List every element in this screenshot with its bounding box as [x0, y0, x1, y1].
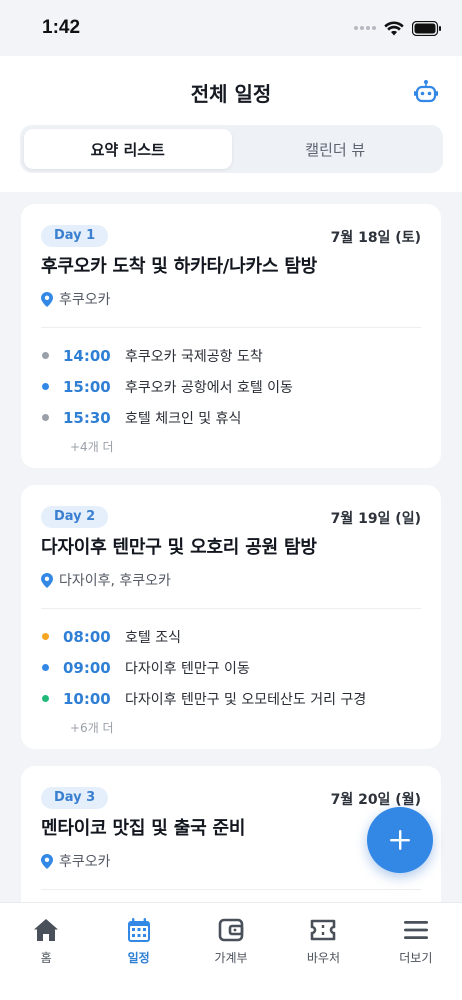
tab-label: 더보기	[399, 951, 433, 965]
day-date: 7월 20일 (월)	[330, 792, 421, 808]
schedule-list[interactable]: Day 1 7월 18일 (토) 후쿠오카 도착 및 하카타/나카스 탐방 후쿠…	[0, 192, 462, 902]
status-bar: 1:42	[0, 0, 462, 56]
event-dot	[42, 633, 49, 640]
event-title: 호텔 조식	[125, 629, 181, 646]
status-time: 1:42	[42, 17, 81, 38]
day-location: 후쿠오카	[41, 851, 421, 871]
day-card[interactable]: Day 1 7월 18일 (토) 후쿠오카 도착 및 하카타/나카스 탐방 후쿠…	[21, 204, 441, 468]
event-dot	[42, 414, 49, 421]
location-pin-icon	[41, 291, 53, 307]
signal-icon	[354, 26, 376, 30]
event-time: 08:00	[63, 627, 111, 646]
day-card[interactable]: Day 2 7월 19일 (일) 다자이후 텐만구 및 오호리 공원 탐방 다자…	[21, 485, 441, 749]
add-schedule-button[interactable]	[367, 807, 433, 873]
battery-icon	[412, 20, 441, 36]
status-indicators	[354, 20, 442, 36]
event-title: 다자이후 텐만구 이동	[125, 660, 250, 677]
location-text: 다자이후, 후쿠오카	[59, 573, 171, 589]
plus-icon	[390, 830, 410, 850]
calendar-icon	[127, 918, 150, 942]
divider	[41, 889, 421, 890]
robot-icon	[414, 80, 438, 103]
day-title: 후쿠오카 도착 및 하카타/나카스 탐방	[41, 256, 318, 277]
home-icon	[34, 919, 59, 941]
event-list: 08:00 호텔 조식 09:00 다자이후 텐만구 이동 10:00 다자이후…	[41, 621, 421, 714]
event-dot	[42, 664, 49, 671]
event-item[interactable]: 09:00 다자이후 텐만구 이동	[41, 652, 421, 683]
event-time: 15:30	[63, 408, 111, 427]
event-item[interactable]: 14:00 후쿠오카 국제공항 도착	[41, 340, 421, 371]
tab-calendar-view[interactable]: 캘린더 뷰	[232, 129, 440, 169]
bottom-tab-bar: 홈 일정 가계부 바우처 더보기	[0, 902, 462, 1000]
tab-home[interactable]: 홈	[0, 916, 92, 1000]
tab-label: 가계부	[214, 951, 248, 965]
day-title: 다자이후 텐만구 및 오호리 공원 탐방	[41, 537, 317, 558]
tab-voucher[interactable]: 바우처	[277, 916, 369, 1000]
event-item[interactable]: 08:00 호텔 조식	[41, 621, 421, 652]
location-pin-icon	[41, 853, 53, 869]
event-dot	[42, 383, 49, 390]
location-pin-icon	[41, 572, 53, 588]
tab-schedule[interactable]: 일정	[92, 916, 184, 1000]
tab-summary-list[interactable]: 요약 리스트	[24, 129, 232, 169]
location-text: 후쿠오카	[59, 292, 111, 308]
event-title: 호텔 체크인 및 휴식	[125, 410, 242, 427]
event-time: 09:00	[63, 658, 111, 677]
page-title: 전체 일정	[190, 82, 272, 106]
event-title: 다자이후 텐만구 및 오모테산도 거리 구경	[125, 691, 367, 708]
tab-label: 일정	[127, 951, 150, 965]
day-badge: Day 1	[41, 225, 109, 247]
tab-label: 바우처	[306, 951, 340, 965]
day-title: 멘타이코 맛집 및 출국 준비	[41, 818, 246, 839]
day-location: 다자이후, 후쿠오카	[41, 570, 421, 590]
day-badge: Day 3	[41, 787, 109, 809]
event-item[interactable]: 10:00 다자이후 텐만구 및 오모테산도 거리 구경	[41, 683, 421, 714]
event-list: 14:00 후쿠오카 국제공항 도착 15:00 후쿠오카 공항에서 호텔 이동…	[41, 340, 421, 433]
day-date: 7월 18일 (토)	[330, 230, 421, 246]
event-title: 후쿠오카 공항에서 호텔 이동	[125, 379, 293, 396]
tab-label: 홈	[40, 951, 52, 965]
robot-button[interactable]	[412, 78, 440, 106]
wallet-icon	[218, 918, 244, 942]
event-time: 10:00	[63, 689, 111, 708]
event-item[interactable]: 15:00 후쿠오카 공항에서 호텔 이동	[41, 371, 421, 402]
event-dot	[42, 695, 49, 702]
divider	[41, 608, 421, 609]
event-time: 15:00	[63, 377, 111, 396]
ticket-icon	[311, 919, 336, 941]
event-item[interactable]: 15:30 호텔 체크인 및 휴식	[41, 402, 421, 433]
event-dot	[42, 352, 49, 359]
location-text: 후쿠오카	[59, 854, 111, 870]
tab-more[interactable]: 더보기	[370, 916, 462, 1000]
divider	[41, 327, 421, 328]
tab-budget[interactable]: 가계부	[185, 916, 277, 1000]
wifi-icon	[384, 20, 404, 35]
event-time: 14:00	[63, 346, 111, 365]
event-title: 후쿠오카 국제공항 도착	[125, 348, 263, 365]
menu-icon	[403, 921, 428, 939]
day-badge: Day 2	[41, 506, 109, 528]
header: 전체 일정 요약 리스트 캘린더 뷰	[0, 56, 462, 192]
more-events-link[interactable]: +6개 더	[70, 719, 114, 739]
day-location: 후쿠오카	[41, 289, 421, 309]
view-toggle: 요약 리스트 캘린더 뷰	[20, 125, 443, 173]
more-events-link[interactable]: +4개 더	[70, 438, 114, 458]
day-date: 7월 19일 (일)	[330, 511, 421, 527]
